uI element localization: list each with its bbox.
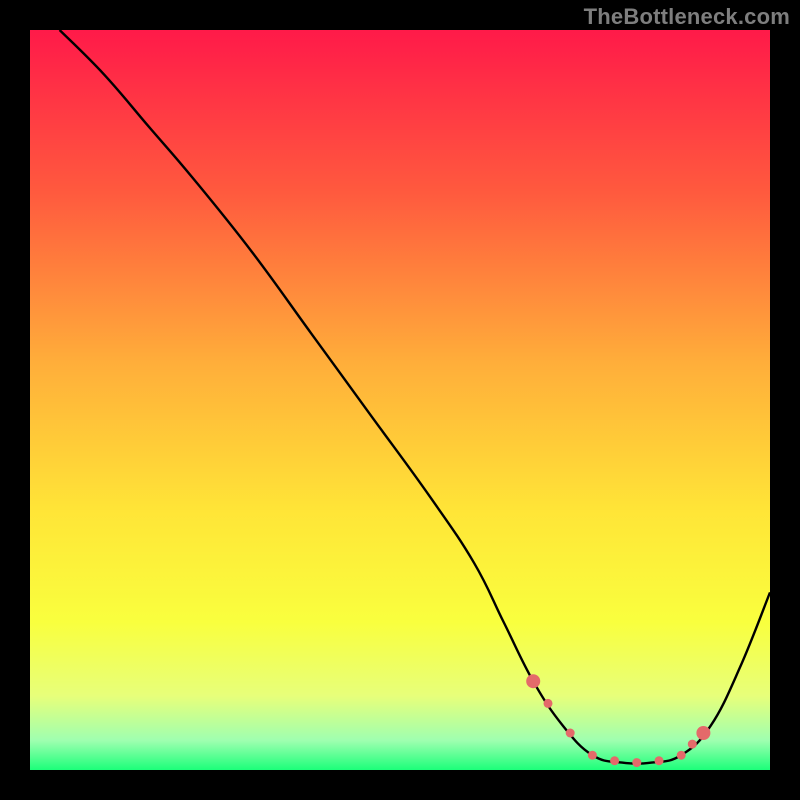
chart-svg (30, 30, 770, 770)
highlight-point (632, 758, 641, 767)
highlight-point (655, 756, 664, 765)
background-gradient (30, 30, 770, 770)
highlight-cap (526, 674, 540, 688)
highlight-point (544, 699, 553, 708)
chart-container: TheBottleneck.com (0, 0, 800, 800)
highlight-point (610, 756, 619, 765)
watermark-text: TheBottleneck.com (584, 4, 790, 30)
plot-area (30, 30, 770, 770)
highlight-cap (696, 726, 710, 740)
highlight-point (566, 729, 575, 738)
highlight-point (588, 751, 597, 760)
highlight-point (688, 740, 697, 749)
highlight-point (677, 751, 686, 760)
